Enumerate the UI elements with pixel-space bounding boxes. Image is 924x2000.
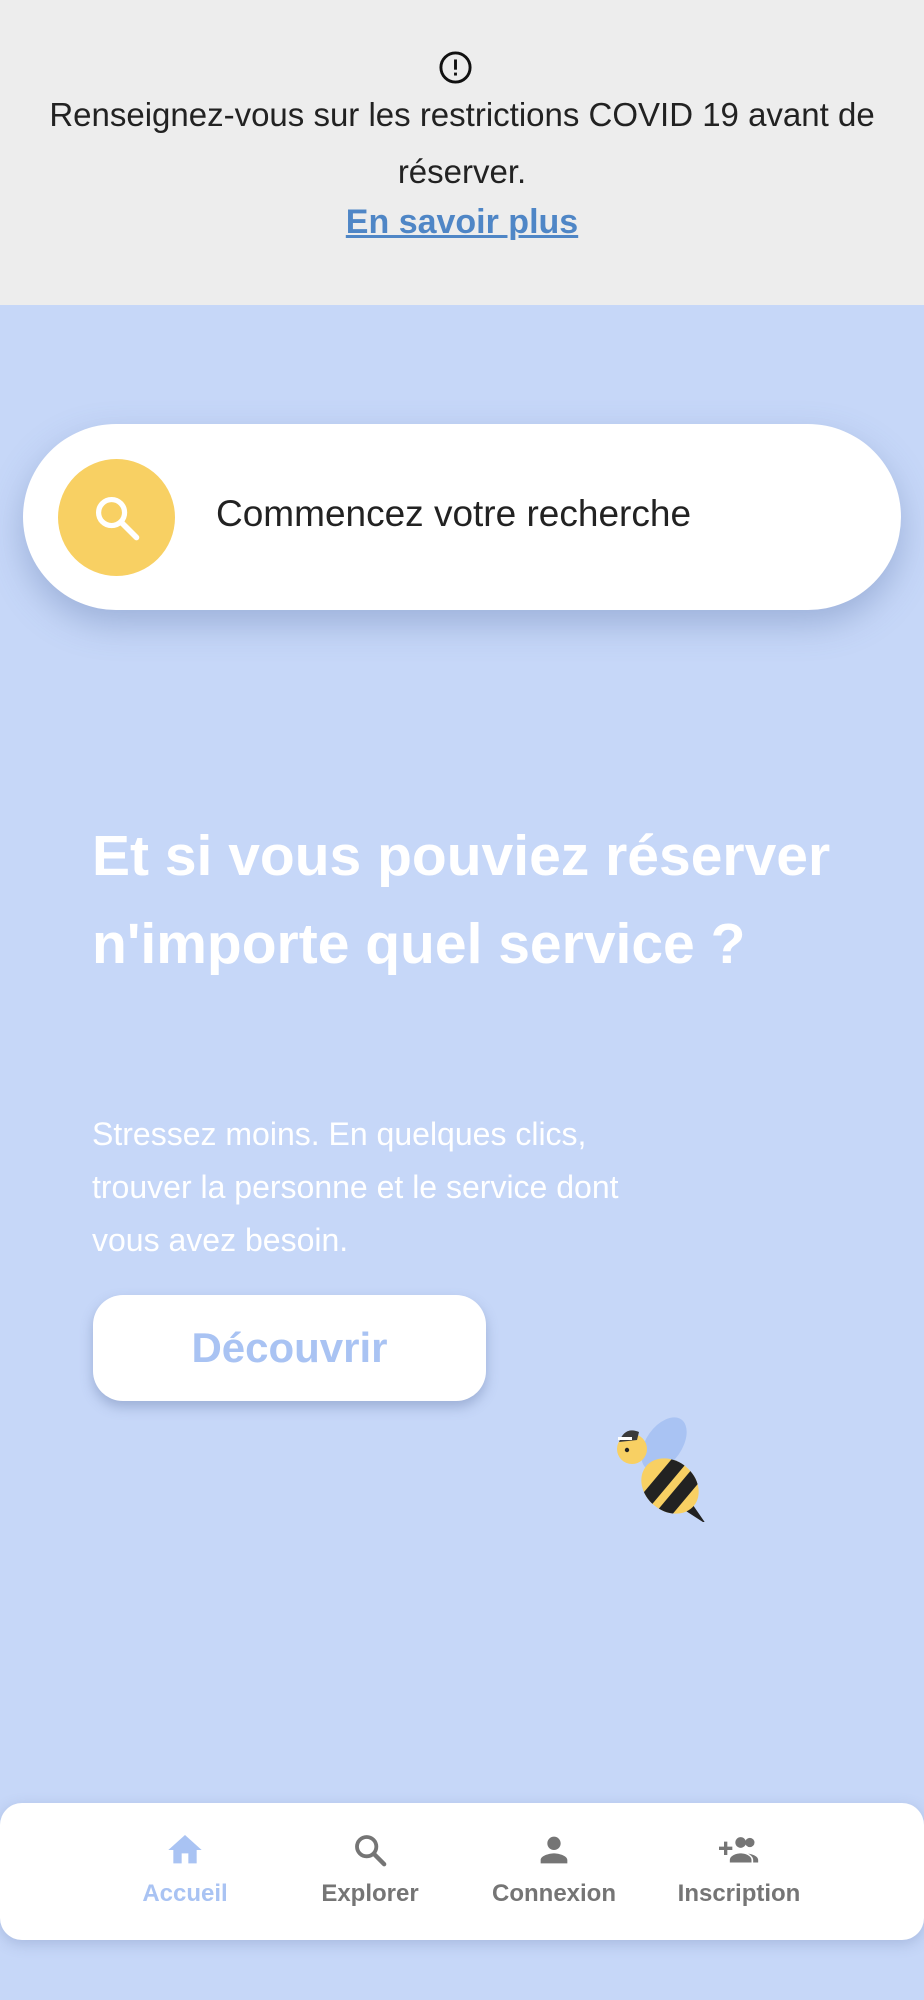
home-icon [165, 1830, 205, 1870]
nav-label: Explorer [321, 1880, 419, 1907]
bottom-nav: Accueil Explorer Connexion Inscription [0, 1803, 924, 1940]
search-bar[interactable]: Commencez votre recherche [23, 424, 901, 610]
person-add-icon [719, 1830, 759, 1870]
covid-message: Renseignez-vous sur les restrictions COV… [49, 96, 875, 190]
nav-item-connexion[interactable]: Connexion [479, 1803, 629, 1940]
nav-label: Inscription [677, 1880, 801, 1907]
nav-label: Accueil [142, 1880, 228, 1907]
search-placeholder: Commencez votre recherche [216, 493, 692, 534]
search-icon [350, 1830, 390, 1870]
hero-title: Et si vous pouviez réserver n'importe qu… [92, 824, 831, 976]
search-icon [95, 496, 140, 541]
nav-item-accueil[interactable]: Accueil [110, 1803, 260, 1940]
nav-label: Connexion [492, 1880, 616, 1907]
covid-banner: Renseignez-vous sur les restrictions COV… [0, 0, 924, 305]
person-icon [534, 1830, 574, 1870]
bee-illustration [602, 1404, 714, 1522]
nav-item-explorer[interactable]: Explorer [295, 1803, 445, 1940]
nav-item-inscription[interactable]: Inscription [664, 1803, 814, 1940]
search-button[interactable] [58, 459, 175, 576]
alert-circle-icon [438, 50, 473, 85]
learn-more-link[interactable]: En savoir plus [0, 203, 924, 242]
hero-subtitle: Stressez moins. En quelques clics, trouv… [92, 1116, 619, 1258]
discover-button[interactable]: Découvrir [93, 1295, 486, 1401]
